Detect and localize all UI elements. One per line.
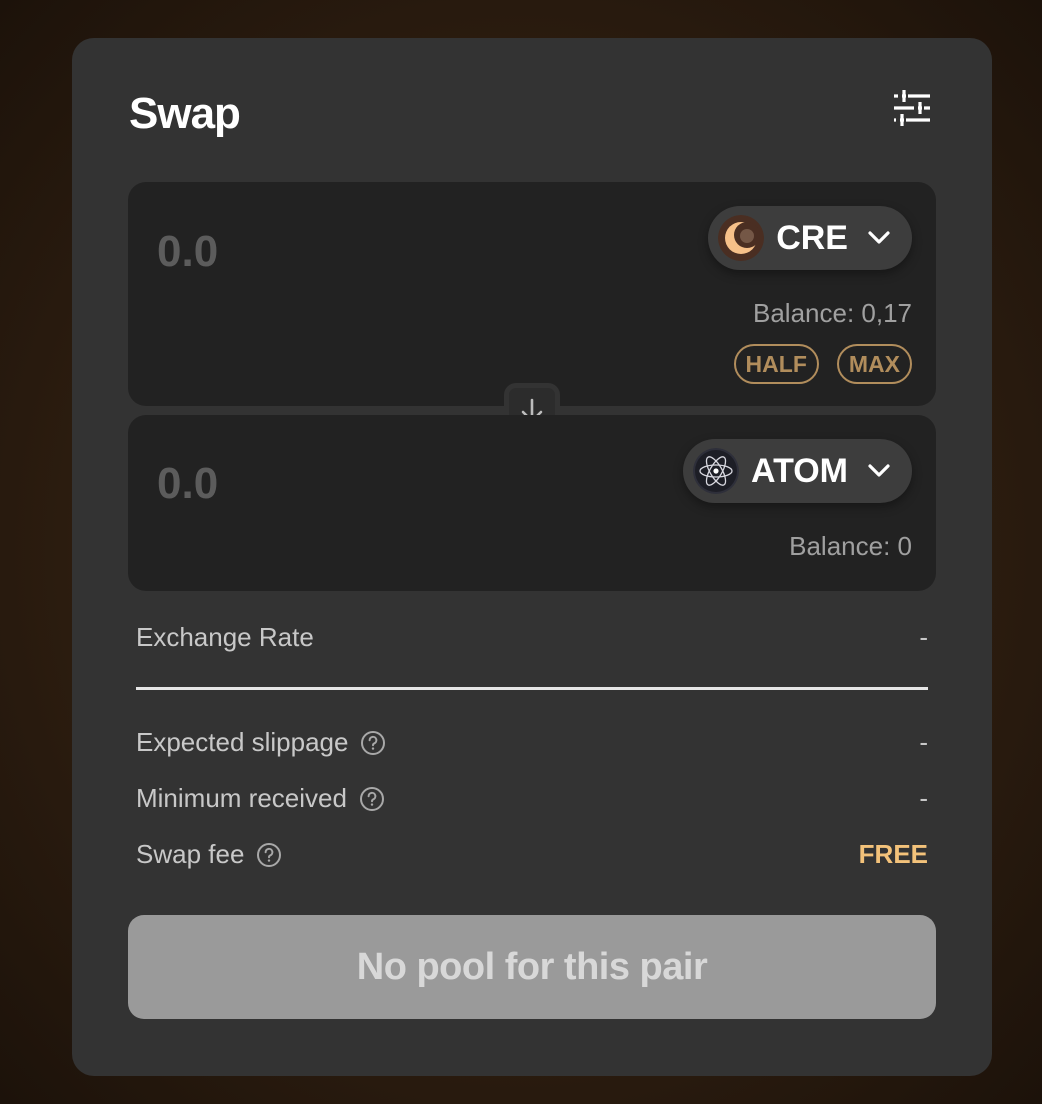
max-button[interactable]: MAX: [836, 344, 912, 384]
help-circle-icon[interactable]: [256, 842, 282, 868]
help-circle-icon[interactable]: [359, 786, 385, 812]
page-title: Swap: [129, 89, 241, 138]
cre-token-icon: [718, 215, 765, 261]
min-received-value: -: [919, 783, 928, 813]
slippage-row: Expected slippage -: [136, 727, 928, 758]
exchange-rate-label: Exchange Rate: [136, 622, 314, 652]
swap-fee-row: Swap fee FREE: [136, 839, 928, 870]
swap-submit-button[interactable]: No pool for this pair: [128, 915, 936, 1019]
exchange-rate-value: -: [919, 622, 928, 652]
to-balance: Balance: 0: [789, 531, 912, 561]
from-token-selector[interactable]: CRE: [708, 206, 912, 270]
to-amount-input[interactable]: [157, 459, 557, 509]
exchange-rate-row: Exchange Rate -: [136, 622, 928, 653]
from-panel: CRE Balance: 0,17 HALF MAX: [128, 182, 936, 406]
swap-card: Swap 0.0 CRE Balance: 0,17 HALF MAX 0.0 …: [72, 38, 992, 1076]
swap-fee-label: Swap fee: [136, 839, 245, 869]
to-token-selector[interactable]: ATOM: [683, 439, 912, 503]
min-received-label: Minimum received: [136, 783, 347, 813]
sliders-icon: [894, 90, 930, 126]
to-panel: ATOM Balance: 0: [128, 415, 936, 591]
slippage-label: Expected slippage: [136, 727, 349, 757]
slippage-value: -: [919, 727, 928, 757]
help-circle-icon[interactable]: [360, 730, 386, 756]
min-received-row: Minimum received -: [136, 783, 928, 814]
details-divider: [136, 687, 928, 690]
atom-token-icon: [693, 448, 740, 494]
swap-fee-value: FREE: [858, 839, 928, 869]
half-button[interactable]: HALF: [733, 344, 819, 384]
to-token-symbol: ATOM: [751, 451, 848, 490]
amount-shortcuts: HALF MAX: [733, 344, 912, 384]
chevron-down-icon: [868, 231, 890, 244]
chevron-down-icon: [868, 464, 890, 477]
settings-button[interactable]: [890, 88, 934, 132]
from-token-symbol: CRE: [776, 218, 848, 257]
from-amount-input[interactable]: [157, 227, 557, 277]
from-balance: Balance: 0,17: [752, 298, 912, 328]
